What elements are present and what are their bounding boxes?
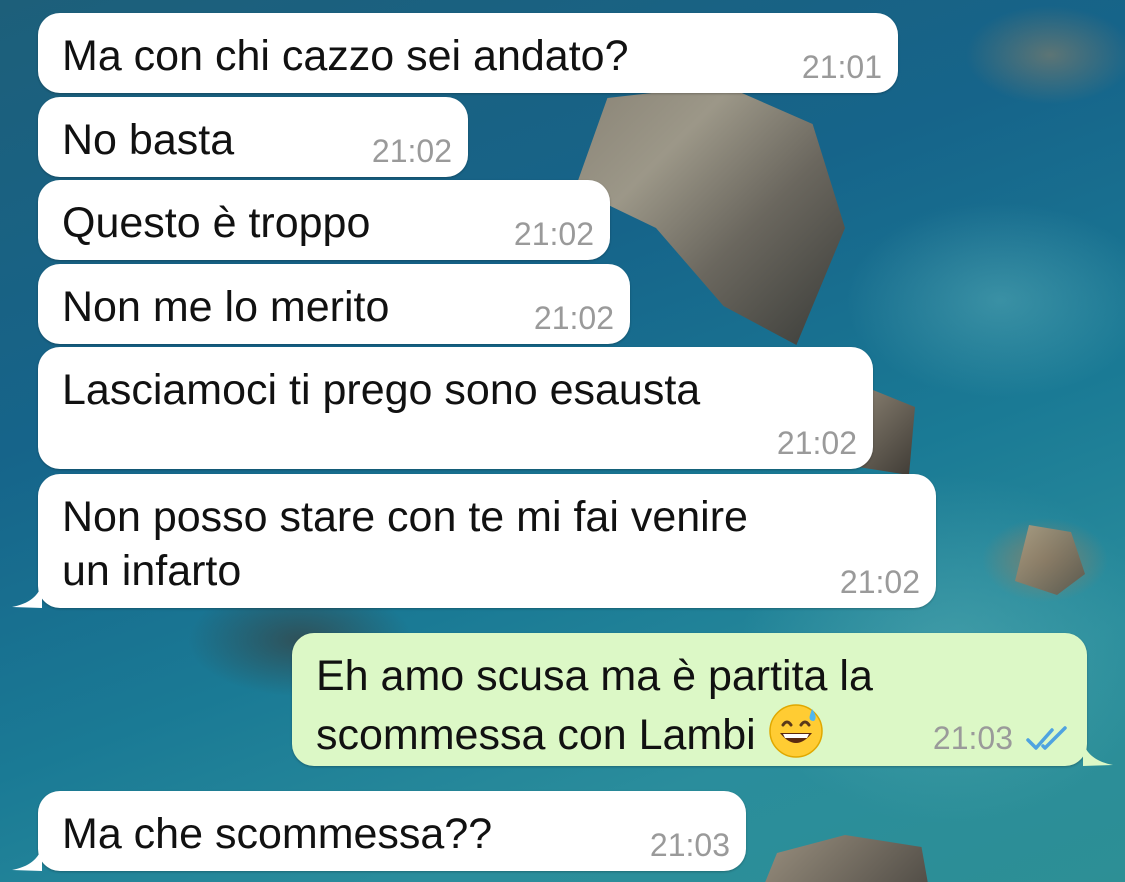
message-text: Questo è troppo <box>62 199 371 247</box>
wallpaper-rock <box>1015 525 1085 595</box>
message-bubble[interactable]: Questo è troppo 21:02 <box>38 180 610 260</box>
message-bubble[interactable]: Non me lo merito 21:02 <box>38 264 630 344</box>
message-timestamp: 21:02 <box>776 425 857 461</box>
message-timestamp: 21:02 <box>839 564 920 600</box>
message-bubble[interactable]: No basta 21:02 <box>38 97 468 177</box>
message-text: Lasciamoci ti prego sono esausta <box>62 366 701 414</box>
message-timestamp: 21:03 <box>649 827 730 863</box>
message-text: Non posso stare con te mi fai venire un … <box>62 493 748 595</box>
message-text: Ma con chi cazzo sei andato? <box>62 32 629 80</box>
message-text: Ma che scommessa?? <box>62 810 493 858</box>
bubble-tail <box>1083 740 1113 766</box>
message-bubble[interactable]: Non posso stare con te mi fai venire un … <box>12 474 936 608</box>
message-bubble[interactable]: Lasciamoci ti prego sono esausta 21:02 <box>38 347 873 469</box>
chat-background: Ma con chi cazzo sei andato? 21:01 No ba… <box>0 0 1125 882</box>
message-bubble[interactable]: Ma che scommessa?? 21:03 <box>12 791 746 871</box>
message-bubble-outgoing[interactable]: Eh amo scusa ma è partita la scommessa c… <box>292 633 1113 766</box>
message-timestamp: 21:01 <box>801 49 882 85</box>
message-timestamp: 21:02 <box>513 216 594 252</box>
wallpaper-rock <box>760 835 930 882</box>
message-timestamp: 21:02 <box>371 133 452 169</box>
message-timestamp: 21:03 <box>932 720 1013 756</box>
message-text: Non me lo merito <box>62 283 390 331</box>
grinning-face-with-sweat-icon <box>768 704 823 758</box>
bubble-tail <box>12 582 42 608</box>
message-bubble[interactable]: Ma con chi cazzo sei andato? 21:01 <box>38 13 898 93</box>
read-receipt-icon <box>1026 726 1067 750</box>
bubble-tail <box>12 845 42 871</box>
message-timestamp: 21:02 <box>533 300 614 336</box>
